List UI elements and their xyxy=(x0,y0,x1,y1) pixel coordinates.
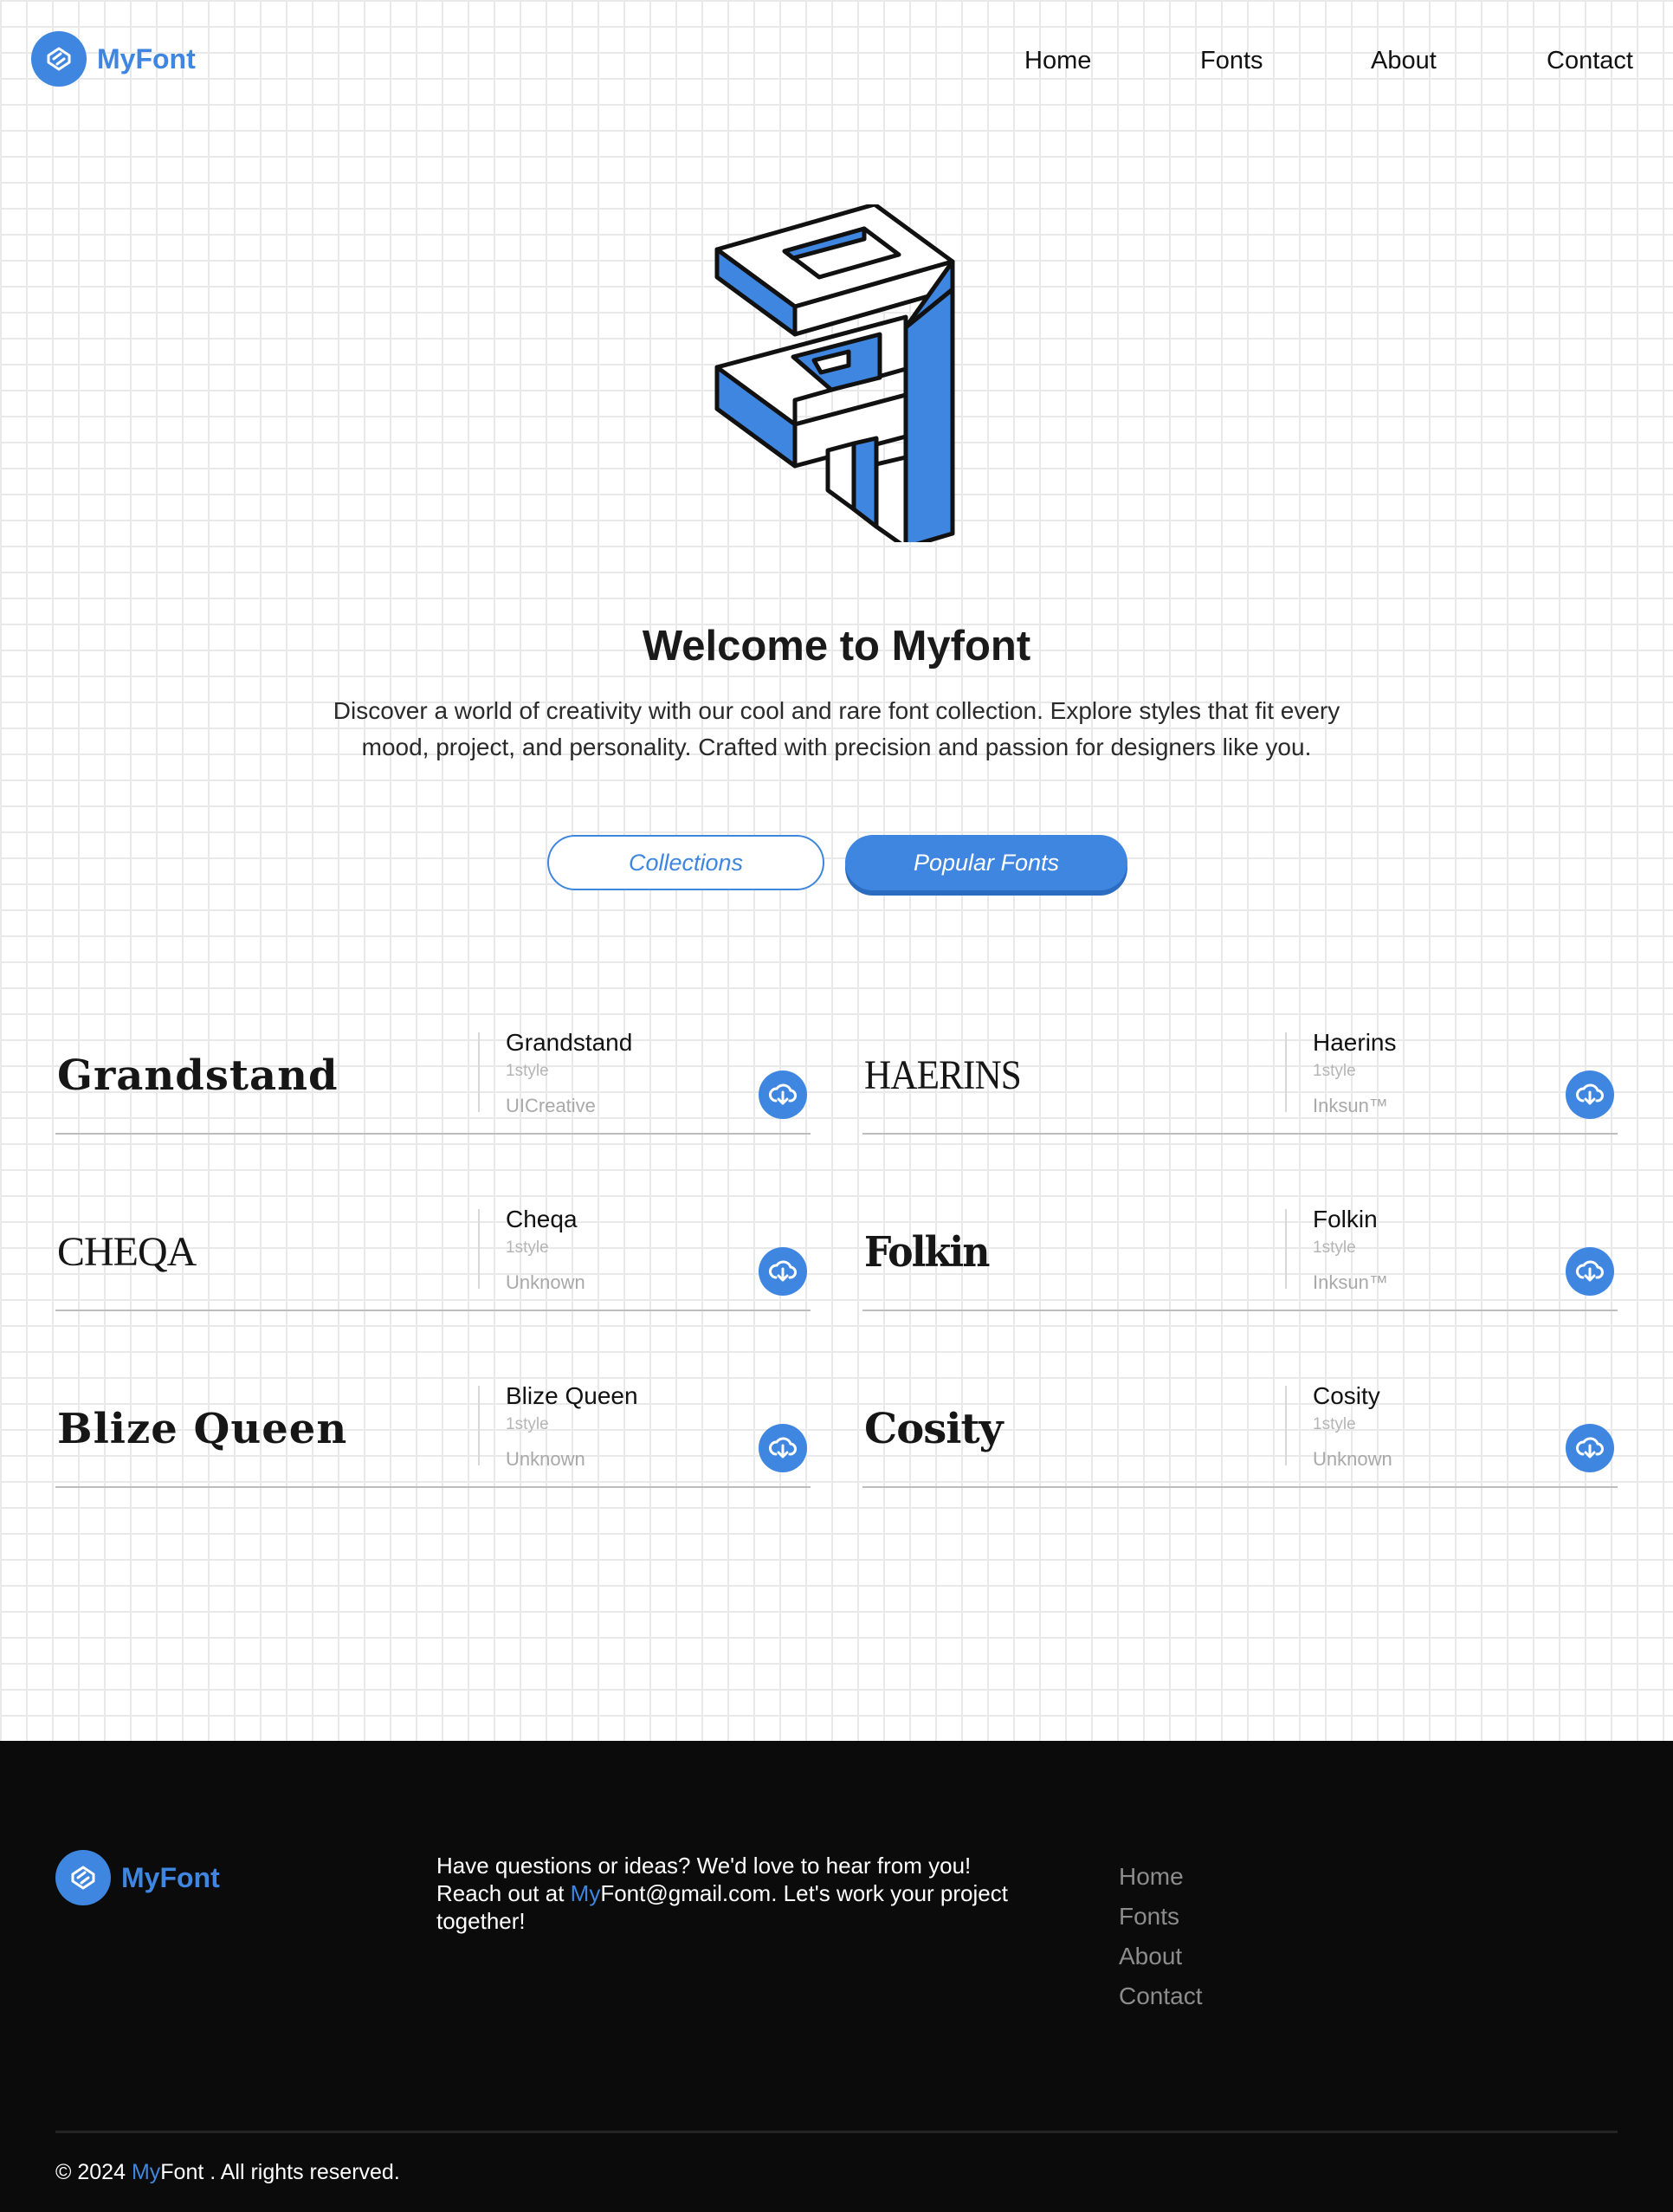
font-name[interactable]: Grandstand xyxy=(506,1029,632,1057)
footer-link-home[interactable]: Home xyxy=(1119,1857,1203,1897)
font-card-blize-queen: Blize Queen Blize Queen 1style Unknown xyxy=(55,1382,811,1488)
hero-title: Welcome to Myfont xyxy=(642,623,1031,669)
footer-link-about[interactable]: About xyxy=(1119,1937,1203,1976)
page: MyFont Home Fonts About Contact Welcome … xyxy=(0,0,1673,2212)
nav-contact[interactable]: Contact xyxy=(1547,47,1633,75)
nav-about[interactable]: About xyxy=(1371,47,1437,75)
font-card-cheqa: CHEQA Cheqa 1style Unknown xyxy=(55,1206,811,1311)
card-divider xyxy=(1285,1209,1287,1289)
nav-fonts[interactable]: Fonts xyxy=(1200,47,1263,75)
font-style-count: 1style xyxy=(1313,1062,1356,1080)
font-style-count: 1style xyxy=(506,1415,549,1433)
download-cloud-icon[interactable] xyxy=(1566,1424,1614,1472)
font-name[interactable]: Haerins xyxy=(1313,1029,1396,1057)
card-divider xyxy=(1285,1386,1287,1465)
font-author: UICreative xyxy=(506,1095,596,1116)
download-cloud-icon[interactable] xyxy=(1566,1247,1614,1296)
isometric-letter-illustration xyxy=(714,204,955,542)
card-divider xyxy=(478,1032,480,1112)
collections-button[interactable]: Collections xyxy=(547,835,824,890)
font-style-count: 1style xyxy=(506,1239,549,1257)
font-style-count: 1style xyxy=(506,1062,549,1080)
popular-fonts-button[interactable]: Popular Fonts xyxy=(845,835,1127,890)
font-author: Unknown xyxy=(1313,1448,1392,1470)
footer-message-line1: Have questions or ideas? We'd love to he… xyxy=(436,1853,972,1879)
email-accent: My xyxy=(570,1880,601,1906)
font-card-grandstand: Grandstand Grandstand 1style UICreative xyxy=(55,1029,811,1135)
font-author: Unknown xyxy=(506,1448,585,1470)
copyright: © 2024 MyFont . All rights reserved. xyxy=(55,2160,400,2184)
footer-contact-message: Have questions or ideas? We'd love to he… xyxy=(436,1852,1025,1935)
font-sample: CHEQA xyxy=(57,1229,197,1275)
font-sample: HAERINS xyxy=(864,1052,1022,1098)
footer-logo[interactable]: MyFont xyxy=(55,1850,220,1905)
download-cloud-icon[interactable] xyxy=(759,1247,807,1296)
download-cloud-icon[interactable] xyxy=(759,1424,807,1472)
font-name[interactable]: Folkin xyxy=(1313,1206,1378,1233)
card-divider xyxy=(1285,1032,1287,1112)
font-name[interactable]: Blize Queen xyxy=(506,1382,638,1410)
footer: MyFont Have questions or ideas? We'd lov… xyxy=(0,1741,1673,2212)
font-name[interactable]: Cheqa xyxy=(506,1206,578,1233)
nav-home[interactable]: Home xyxy=(1024,47,1091,75)
font-sample: Blize Queen xyxy=(57,1405,348,1453)
font-sample: Grandstand xyxy=(57,1051,339,1100)
font-author: Inksun™ xyxy=(1313,1271,1388,1293)
footer-divider xyxy=(55,2131,1618,2133)
font-style-count: 1style xyxy=(1313,1415,1356,1433)
hero-description: Discover a world of creativity with our … xyxy=(333,697,1340,760)
font-sample: Folkin xyxy=(864,1228,990,1277)
footer-nav: Home Fonts About Contact xyxy=(1119,1857,1203,2016)
myfont-logo-icon xyxy=(55,1850,111,1905)
font-author: Inksun™ xyxy=(1313,1095,1388,1116)
footer-brand-name: MyFont xyxy=(121,1861,220,1893)
font-card-cosity: Cosity Cosity 1style Unknown xyxy=(862,1382,1618,1488)
footer-message-line2: Reach out at MyFont@gmail.com. Let's wor… xyxy=(436,1880,1008,1934)
font-card-haerins: HAERINS Haerins 1style Inksun™ xyxy=(862,1029,1618,1135)
card-divider xyxy=(478,1209,480,1289)
download-cloud-icon[interactable] xyxy=(1566,1070,1614,1119)
footer-link-contact[interactable]: Contact xyxy=(1119,1976,1203,2016)
main-nav: Home Fonts About Contact xyxy=(0,47,1673,81)
font-card-folkin: Folkin Folkin 1style Inksun™ xyxy=(862,1206,1618,1311)
font-author: Unknown xyxy=(506,1271,585,1293)
download-cloud-icon[interactable] xyxy=(759,1070,807,1119)
footer-link-fonts[interactable]: Fonts xyxy=(1119,1897,1203,1937)
font-name[interactable]: Cosity xyxy=(1313,1382,1380,1410)
card-divider xyxy=(478,1386,480,1465)
font-style-count: 1style xyxy=(1313,1239,1356,1257)
font-sample: Cosity xyxy=(864,1405,1004,1453)
